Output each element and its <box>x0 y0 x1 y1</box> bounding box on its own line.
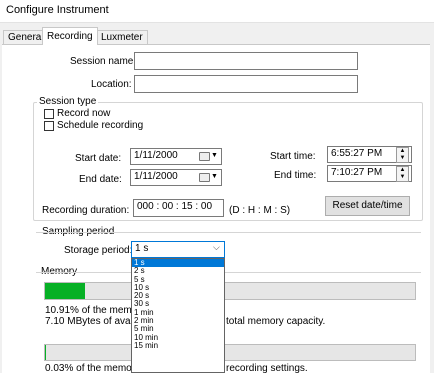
recording-settings-text: recording settings. <box>226 363 308 374</box>
recording-estimate-text: 0.03% of the memory <box>45 363 140 374</box>
calendar-dropdown-icon[interactable] <box>199 173 210 182</box>
configure-instrument-window: Configure Instrument General Recording L… <box>0 0 434 373</box>
start-date-label: Start date: <box>75 153 121 164</box>
recording-duration-label: Recording duration: <box>42 205 129 216</box>
title-bar: Configure Instrument <box>0 0 434 23</box>
session-name-label: Session name: <box>70 56 136 67</box>
calendar-dropdown-icon[interactable] <box>199 152 210 161</box>
sampling-divider <box>36 232 421 233</box>
start-time-value: 6:55:27 PM <box>331 148 382 159</box>
memory-capacity-text: total memory capacity. <box>226 316 325 327</box>
start-date-value: 1/11/2000 <box>134 150 178 161</box>
storage-period-label: Storage period: <box>64 245 132 256</box>
storage-period-option[interactable]: 2 s <box>132 267 224 275</box>
recording-duration-input[interactable]: 000 : 00 : 15 : 00 <box>133 199 224 217</box>
reset-date-time-button[interactable]: Reset date/time <box>325 196 410 216</box>
tab-luxmeter-label: Luxmeter <box>101 32 143 43</box>
storage-period-select[interactable]: 1 s <box>131 241 225 258</box>
end-date-value: 1/11/2000 <box>134 171 178 182</box>
tab-recording-label: Recording <box>47 31 93 42</box>
chevron-down-icon: ⌵ <box>213 242 220 253</box>
schedule-recording-checkbox[interactable] <box>44 121 54 131</box>
window-title: Configure Instrument <box>6 4 109 16</box>
storage-period-option[interactable]: 15 min <box>132 342 224 350</box>
session-name-input[interactable] <box>134 52 358 70</box>
chevron-down-icon: ▼ <box>211 173 218 180</box>
schedule-recording-label: Schedule recording <box>57 120 143 131</box>
tab-luxmeter[interactable]: Luxmeter <box>96 30 148 45</box>
spin-up-down-icon[interactable]: ▲▼ <box>396 166 409 182</box>
record-now-label: Record now <box>57 108 110 119</box>
storage-period-option[interactable]: 1 s <box>132 259 224 267</box>
start-time-label: Start time: <box>270 151 316 162</box>
end-date-label: End date: <box>79 174 122 185</box>
duration-format-label: (D : H : M : S) <box>229 205 290 216</box>
storage-period-value: 1 s <box>135 243 148 254</box>
record-now-checkbox[interactable] <box>44 109 54 119</box>
recording-estimate-bar <box>44 344 416 361</box>
end-time-value: 7:10:27 PM <box>331 167 382 178</box>
memory-usage-bar <box>44 282 416 300</box>
tab-general-label: General <box>8 32 44 43</box>
tab-recording[interactable]: Recording <box>42 27 98 45</box>
chevron-down-icon: ▼ <box>211 152 218 159</box>
session-type-legend: Session type <box>37 96 98 107</box>
memory-divider <box>36 272 421 273</box>
location-label: Location: <box>91 79 132 90</box>
memory-usage-fill <box>45 283 85 299</box>
location-input[interactable] <box>134 75 358 93</box>
end-time-label: End time: <box>274 170 316 181</box>
storage-period-dropdown-list[interactable]: 1 s2 s5 s10 s20 s30 s1 min2 min5 min10 m… <box>131 258 225 373</box>
spin-up-down-icon[interactable]: ▲▼ <box>396 147 409 163</box>
